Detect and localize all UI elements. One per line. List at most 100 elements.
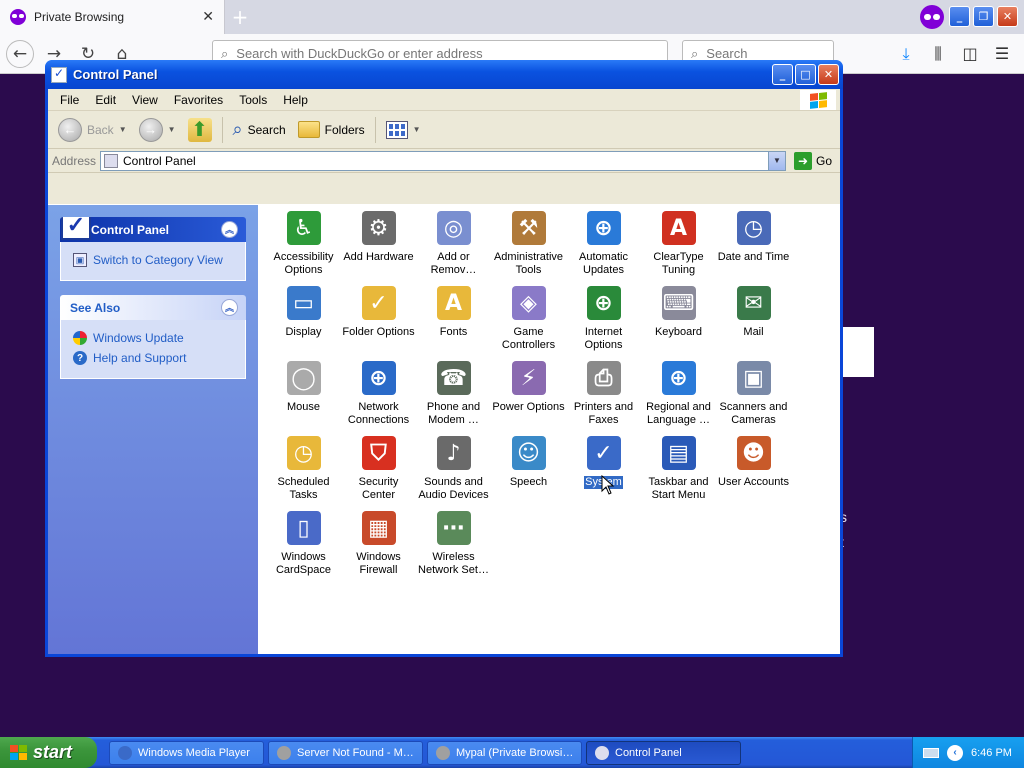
see-also-panel-header[interactable]: See Also ︽ bbox=[60, 295, 246, 320]
switch-category-view-link[interactable]: ▣ Switch to Category View bbox=[73, 250, 235, 270]
sounds-and-audio-devices-icon: ♪ bbox=[436, 436, 471, 470]
cp-item-game-controllers[interactable]: ◈ Game Controllers bbox=[491, 284, 566, 359]
go-button[interactable]: ➜ Go bbox=[790, 151, 833, 170]
control-panel-task-icon bbox=[595, 745, 609, 760]
back-label: Back bbox=[87, 122, 114, 137]
task-server-not-found[interactable]: Server Not Found - M… bbox=[268, 740, 423, 765]
cp-item-wireless-network-set[interactable]: ⋯ Wireless Network Set… bbox=[416, 509, 491, 584]
start-button[interactable]: start bbox=[0, 737, 97, 768]
cp-item-scheduled-tasks[interactable]: ◷ Scheduled Tasks bbox=[266, 434, 341, 509]
library-icon[interactable]: ⫼ bbox=[928, 44, 948, 64]
menu-hamburger-icon[interactable]: ☰ bbox=[992, 44, 1012, 64]
clock[interactable]: 6:46 PM bbox=[971, 747, 1012, 759]
cp-item-label: Add or Remov… bbox=[430, 251, 477, 276]
cp-item-printers-and-faxes[interactable]: ⎙ Printers and Faxes bbox=[566, 359, 641, 434]
cp-item-internet-options[interactable]: ⊕ Internet Options bbox=[566, 284, 641, 359]
tray-expand-icon[interactable]: ‹ bbox=[947, 744, 963, 761]
browser-tab[interactable]: Private Browsing ✕ bbox=[0, 0, 225, 34]
private-browsing-indicator-icon bbox=[920, 5, 944, 29]
cp-item-label: User Accounts bbox=[718, 476, 789, 488]
cp-item-power-options[interactable]: ⚡ Power Options bbox=[491, 359, 566, 434]
maximize-button[interactable]: □ bbox=[795, 64, 816, 85]
cp-item-label: Windows CardSpace bbox=[275, 551, 332, 576]
cp-item-folder-options[interactable]: ✓ Folder Options bbox=[341, 284, 416, 359]
cp-item-speech[interactable]: ☺ Speech bbox=[491, 434, 566, 509]
cp-item-add-or-remov[interactable]: ◎ Add or Remov… bbox=[416, 209, 491, 284]
cp-item-mail[interactable]: ✉ Mail bbox=[716, 284, 791, 359]
cp-item-mouse[interactable]: ◯ Mouse bbox=[266, 359, 341, 434]
menu-edit[interactable]: Edit bbox=[87, 93, 124, 107]
windows-update-icon bbox=[73, 331, 87, 345]
address-input[interactable]: Control Panel ▼ bbox=[100, 150, 786, 171]
see-also-title: See Also bbox=[70, 300, 121, 315]
browser-minimize-button[interactable]: _ bbox=[949, 6, 970, 27]
menu-favorites[interactable]: Favorites bbox=[166, 93, 231, 107]
sidebar-icon[interactable]: ◫ bbox=[960, 44, 980, 64]
cp-item-label: Date and Time bbox=[717, 251, 790, 263]
search-button[interactable]: ⌕ Search bbox=[229, 115, 290, 145]
user-accounts-icon: ☻ bbox=[736, 436, 771, 470]
cp-item-phone-and-modem[interactable]: ☎ Phone and Modem … bbox=[416, 359, 491, 434]
menu-tools[interactable]: Tools bbox=[231, 93, 275, 107]
menu-help[interactable]: Help bbox=[275, 93, 316, 107]
forward-dropdown-icon[interactable]: ▼ bbox=[168, 125, 176, 134]
cp-item-windows-cardspace[interactable]: ▯ Windows CardSpace bbox=[266, 509, 341, 584]
cp-item-sounds-and-audio-devices[interactable]: ♪ Sounds and Audio Devices bbox=[416, 434, 491, 509]
cp-item-network-connections[interactable]: ⊕ Network Connections bbox=[341, 359, 416, 434]
taskbar-tasks: Windows Media Player Server Not Found - … bbox=[109, 740, 741, 765]
minimize-button[interactable]: _ bbox=[772, 64, 793, 85]
forward-button[interactable]: → ▼ bbox=[135, 115, 180, 145]
up-button[interactable]: ⬆ bbox=[184, 115, 216, 145]
browser-restore-button[interactable]: ❐ bbox=[973, 6, 994, 27]
cp-item-label: Security Center bbox=[358, 476, 399, 501]
collapse-chevron-icon[interactable]: ︽ bbox=[221, 299, 238, 316]
cp-item-regional-and-language[interactable]: ⊕ Regional and Language … bbox=[641, 359, 716, 434]
new-tab-icon[interactable]: + bbox=[225, 0, 255, 34]
cp-item-add-hardware[interactable]: ⚙ Add Hardware bbox=[341, 209, 416, 284]
windows-update-link[interactable]: Windows Update bbox=[73, 328, 235, 348]
content-area: ✓ Control Panel ︽ ▣ Switch to Category V… bbox=[48, 204, 840, 654]
task-media-player[interactable]: Windows Media Player bbox=[109, 740, 264, 765]
go-label: Go bbox=[816, 153, 833, 168]
control-panel-panel-body: ▣ Switch to Category View bbox=[60, 242, 246, 281]
security-center-icon: ⛉ bbox=[361, 436, 396, 470]
task-mypal[interactable]: Mypal (Private Browsi… bbox=[427, 740, 582, 765]
task-control-panel[interactable]: Control Panel bbox=[586, 740, 741, 765]
back-dropdown-icon[interactable]: ▼ bbox=[119, 125, 127, 134]
printers-and-faxes-icon: ⎙ bbox=[586, 361, 621, 395]
address-dropdown-icon[interactable]: ▼ bbox=[768, 151, 785, 170]
cp-item-date-and-time[interactable]: ◷ Date and Time bbox=[716, 209, 791, 284]
cp-item-taskbar-and-start-menu[interactable]: ▤ Taskbar and Start Menu bbox=[641, 434, 716, 509]
cp-item-accessibility-options[interactable]: ♿ Accessibility Options bbox=[266, 209, 341, 284]
downloads-icon[interactable]: ⤓ bbox=[896, 44, 916, 64]
views-button[interactable]: ▼ bbox=[382, 115, 425, 145]
cp-item-display[interactable]: ▭ Display bbox=[266, 284, 341, 359]
keyboard-icon: ⌨ bbox=[661, 286, 696, 320]
cp-item-system[interactable]: ✓System bbox=[566, 434, 641, 509]
cp-item-scanners-and-cameras[interactable]: ▣ Scanners and Cameras bbox=[716, 359, 791, 434]
folders-button[interactable]: Folders bbox=[294, 115, 369, 145]
switch-category-view-label: Switch to Category View bbox=[93, 253, 223, 267]
menu-view[interactable]: View bbox=[124, 93, 166, 107]
menu-file[interactable]: File bbox=[52, 93, 87, 107]
cp-item-security-center[interactable]: ⛉ Security Center bbox=[341, 434, 416, 509]
cp-item-automatic-updates[interactable]: ⊕ Automatic Updates bbox=[566, 209, 641, 284]
control-panel-panel-header[interactable]: ✓ Control Panel ︽ bbox=[60, 217, 246, 242]
cp-item-administrative-tools[interactable]: ⚒ Administrative Tools bbox=[491, 209, 566, 284]
browser-close-button[interactable]: ✕ bbox=[997, 6, 1018, 27]
cp-item-keyboard[interactable]: ⌨ Keyboard bbox=[641, 284, 716, 359]
cp-item-cleartype-tuning[interactable]: A ClearType Tuning bbox=[641, 209, 716, 284]
help-and-support-link[interactable]: ? Help and Support bbox=[73, 348, 235, 368]
cp-item-user-accounts[interactable]: ☻ User Accounts bbox=[716, 434, 791, 509]
control-panel-titlebar[interactable]: Control Panel _ □ ✕ bbox=[45, 60, 843, 89]
back-arrow-icon: ← bbox=[58, 117, 82, 142]
keyboard-tray-icon[interactable] bbox=[923, 747, 939, 758]
tab-close-icon[interactable]: ✕ bbox=[202, 9, 214, 25]
cp-item-fonts[interactable]: A Fonts bbox=[416, 284, 491, 359]
window-title: Control Panel bbox=[73, 67, 158, 82]
back-button[interactable]: ← Back ▼ bbox=[54, 115, 131, 145]
collapse-chevron-icon[interactable]: ︽ bbox=[221, 221, 238, 238]
browser-back-icon[interactable]: ← bbox=[6, 39, 34, 68]
cp-item-windows-firewall[interactable]: ▦ Windows Firewall bbox=[341, 509, 416, 584]
close-button[interactable]: ✕ bbox=[818, 64, 839, 85]
